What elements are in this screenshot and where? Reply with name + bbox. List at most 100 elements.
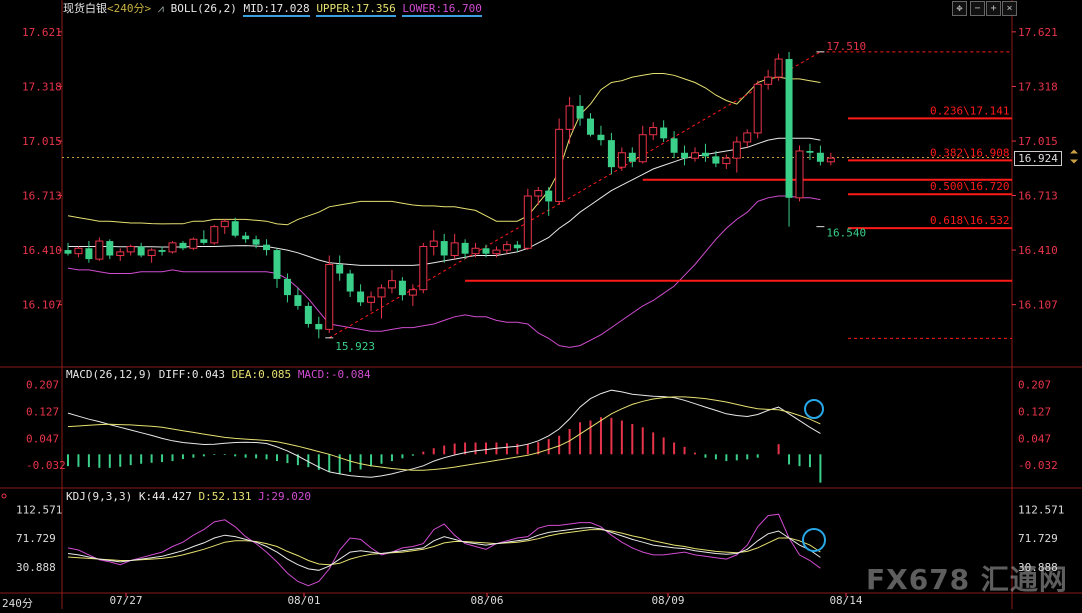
macd-legend-diff: DIFF:0.043 <box>159 368 232 381</box>
candle-body <box>106 241 114 256</box>
zoom-in-icon[interactable]: + <box>986 1 1001 16</box>
candle-body <box>670 138 678 153</box>
kdj-y-tick-label: 112.571 <box>1018 504 1064 517</box>
candle-body <box>617 152 626 168</box>
zoom-out-icon[interactable]: − <box>970 1 985 16</box>
y-tick-label: 16.713 <box>1018 189 1058 202</box>
candle-body <box>545 190 553 202</box>
y-tick-label: 16.107 <box>1018 299 1058 312</box>
candle-body <box>367 296 376 303</box>
candle-body <box>753 83 762 134</box>
candle-body <box>231 221 239 236</box>
candle-body <box>816 152 824 162</box>
candle-body <box>638 134 647 163</box>
candle-body <box>492 249 501 255</box>
macd-y-tick-label: 0.207 <box>26 378 59 391</box>
candle-body <box>482 248 490 254</box>
candle-body <box>408 289 417 296</box>
candle-body <box>95 240 104 260</box>
candle-body <box>732 141 741 159</box>
kdj-k-line <box>67 526 821 571</box>
candle-body <box>220 220 229 228</box>
y-tick-label: 17.621 <box>1018 26 1058 39</box>
candle-body <box>252 239 260 245</box>
candle-body <box>795 150 804 199</box>
candle-body <box>158 250 166 252</box>
current-price-box: 16.924 <box>1014 151 1062 166</box>
candle-body <box>336 264 344 274</box>
candle-body <box>523 195 532 249</box>
y-tick-label: 16.410 <box>22 244 62 257</box>
candle-body <box>628 152 636 162</box>
candle-body <box>137 246 145 256</box>
candle-body <box>785 59 793 198</box>
candle-body <box>200 239 208 243</box>
candle-body <box>210 226 219 244</box>
candle-body <box>502 244 511 251</box>
candle-body <box>429 240 438 247</box>
macd-y-tick-label: -0.032 <box>26 459 66 472</box>
macd-y-tick-label: 0.127 <box>1018 405 1051 418</box>
marker-dot-icon <box>1 493 7 499</box>
y-tick-label: 17.318 <box>1018 80 1058 93</box>
macd-diff-line <box>67 389 821 478</box>
macd-legend-macd: MACD:-0.084 <box>298 368 371 381</box>
high-annotation: 17.510 <box>826 40 866 53</box>
candle-body <box>649 127 658 136</box>
kdj-y-tick-label: 71.729 <box>1018 532 1058 545</box>
candle-body <box>325 263 334 330</box>
candle-body <box>387 280 396 289</box>
y-tick-label: 17.621 <box>22 26 62 39</box>
candle-body <box>398 280 406 296</box>
y-tick-label: 17.015 <box>22 135 62 148</box>
mid-label: MID:17.028 <box>243 2 310 17</box>
candle-body <box>74 247 83 255</box>
chart-svg[interactable]: 17.621 17.621 17.318 17.318 17.015 17.015 16.7… <box>0 0 1082 609</box>
watermark-logo: FX678 汇通网 <box>866 563 1068 596</box>
candle-body <box>722 157 731 165</box>
candle-body <box>450 242 459 256</box>
candle-body <box>471 247 480 255</box>
candle-body <box>534 190 543 197</box>
candle-body <box>273 250 281 279</box>
move-icon[interactable]: ✥ <box>952 1 967 16</box>
candle-body <box>461 242 469 254</box>
fib-level-label: 0.500\16.720 <box>930 180 1009 193</box>
y-tick-label: 17.318 <box>22 80 62 93</box>
candle-body <box>64 250 72 254</box>
candle-body <box>168 242 177 253</box>
candle-body <box>283 278 291 296</box>
chart-stage[interactable]: 17.621 17.621 17.318 17.318 17.015 17.015 16.7… <box>0 0 1082 609</box>
fib-level-label: 0.618\16.532 <box>930 214 1009 227</box>
candle-body <box>597 134 605 141</box>
boll-icon: ⩘ <box>157 2 164 15</box>
candle-body <box>294 295 302 306</box>
candle-body <box>576 105 584 119</box>
kdj-legend-title: KDJ(9,3,3) <box>66 490 139 503</box>
candle-body <box>764 76 773 85</box>
candle-body <box>701 152 709 157</box>
lower-label: LOWER:16.700 <box>402 2 482 17</box>
kdj-y-tick-label: 30.888 <box>16 561 56 574</box>
candle-body <box>263 244 271 251</box>
close-icon[interactable]: × <box>1002 1 1017 16</box>
y-tick-label: 17.015 <box>1018 135 1058 148</box>
kdj-legend-k: K:44.427 <box>139 490 199 503</box>
candle-body <box>513 244 521 249</box>
candle-body <box>440 241 448 256</box>
candle-body <box>377 287 386 298</box>
candle-body <box>126 245 135 253</box>
highlight-circle <box>804 399 824 419</box>
boll-upper-line <box>67 73 821 226</box>
candle-body <box>304 305 312 324</box>
candle-body <box>179 242 187 249</box>
candle-body <box>357 291 365 303</box>
candle-body <box>743 132 752 143</box>
kdj-d-line <box>67 529 821 566</box>
low-annotation: 15.923 <box>335 340 375 353</box>
boll-lower-line <box>67 195 821 348</box>
candle-body <box>712 156 720 164</box>
macd-legend-title: MACD(26,12,9) <box>66 368 159 381</box>
candle-body <box>315 323 323 330</box>
candle-body <box>419 245 428 291</box>
